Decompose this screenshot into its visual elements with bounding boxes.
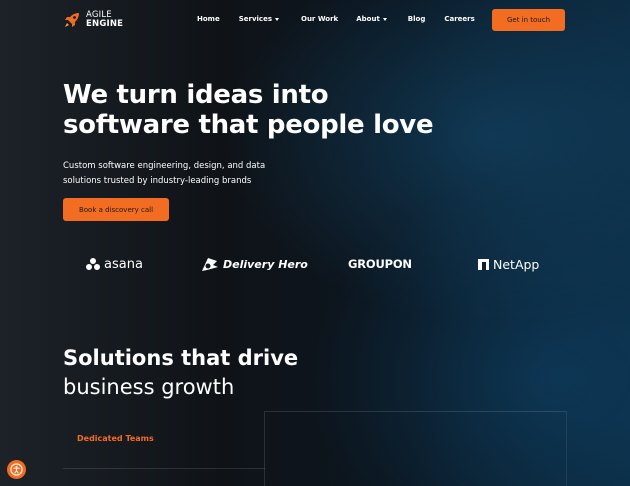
nav-services-label: Services bbox=[238, 15, 272, 23]
accessibility-button[interactable] bbox=[7, 460, 26, 479]
nav-blog-label: Blog bbox=[407, 15, 426, 23]
client-logo-asana: asana bbox=[86, 252, 143, 276]
chevron-down-icon bbox=[382, 17, 387, 21]
client-name: GROUPON bbox=[348, 257, 412, 271]
book-discovery-call-button[interactable]: Book a discovery call bbox=[63, 198, 169, 221]
nav-about-label: About bbox=[356, 15, 380, 23]
accessibility-icon bbox=[10, 463, 23, 476]
top-navigation: AGILE ENGINE Home Services Our Work Abou… bbox=[0, 0, 630, 40]
nav-home-label: Home bbox=[197, 15, 220, 23]
hero-title-line1: We turn ideas into bbox=[63, 80, 329, 110]
client-name: Delivery Hero bbox=[223, 257, 308, 271]
hero-title: We turn ideas into software that people … bbox=[63, 80, 434, 140]
nav-home[interactable]: Home bbox=[197, 15, 220, 23]
main-menu: Home Services Our Work About Blog Career… bbox=[197, 15, 475, 23]
nav-careers[interactable]: Careers bbox=[444, 15, 474, 23]
client-logo-delivery-hero: Delivery Hero bbox=[199, 252, 308, 276]
client-logo-groupon: GROUPON bbox=[348, 252, 412, 276]
rocket-logo-icon bbox=[65, 13, 79, 27]
nav-our-work-label: Our Work bbox=[301, 15, 339, 23]
nav-about[interactable]: About bbox=[356, 15, 387, 23]
delivery-hero-icon bbox=[202, 258, 218, 271]
get-in-touch-button[interactable]: Get in touch bbox=[492, 9, 565, 31]
tab-divider bbox=[63, 468, 265, 469]
client-name: asana bbox=[104, 256, 143, 272]
logo-line2: ENGINE bbox=[86, 19, 124, 29]
nav-careers-label: Careers bbox=[444, 15, 475, 23]
logo[interactable]: AGILE ENGINE bbox=[62, 10, 123, 30]
hero-subtitle-line1: Custom software engineering, design, and… bbox=[63, 161, 266, 171]
nav-our-work[interactable]: Our Work bbox=[301, 15, 338, 23]
solutions-title-line2: business growth bbox=[63, 375, 235, 399]
solutions-content-panel bbox=[264, 411, 567, 486]
hero-title-line2: software that people love bbox=[63, 110, 434, 140]
netapp-icon bbox=[478, 258, 489, 270]
client-name: NetApp bbox=[493, 256, 540, 272]
nav-services[interactable]: Services bbox=[239, 15, 279, 23]
hero-subtitle-line2: solutions trusted by industry-leading br… bbox=[63, 176, 252, 186]
hero-subtitle: Custom software engineering, design, and… bbox=[63, 159, 323, 189]
solutions-title-line1: Solutions that drive bbox=[63, 346, 299, 370]
tab-dedicated-teams[interactable]: Dedicated Teams bbox=[77, 434, 154, 443]
logo-wordmark: AGILE ENGINE bbox=[86, 11, 123, 29]
client-logo-netapp: NetApp bbox=[478, 252, 539, 276]
nav-blog[interactable]: Blog bbox=[408, 15, 426, 23]
client-logos: asana Delivery Hero GROUPON NetApp bbox=[0, 252, 630, 276]
chevron-down-icon bbox=[275, 17, 279, 21]
asana-dots-icon bbox=[86, 257, 100, 271]
